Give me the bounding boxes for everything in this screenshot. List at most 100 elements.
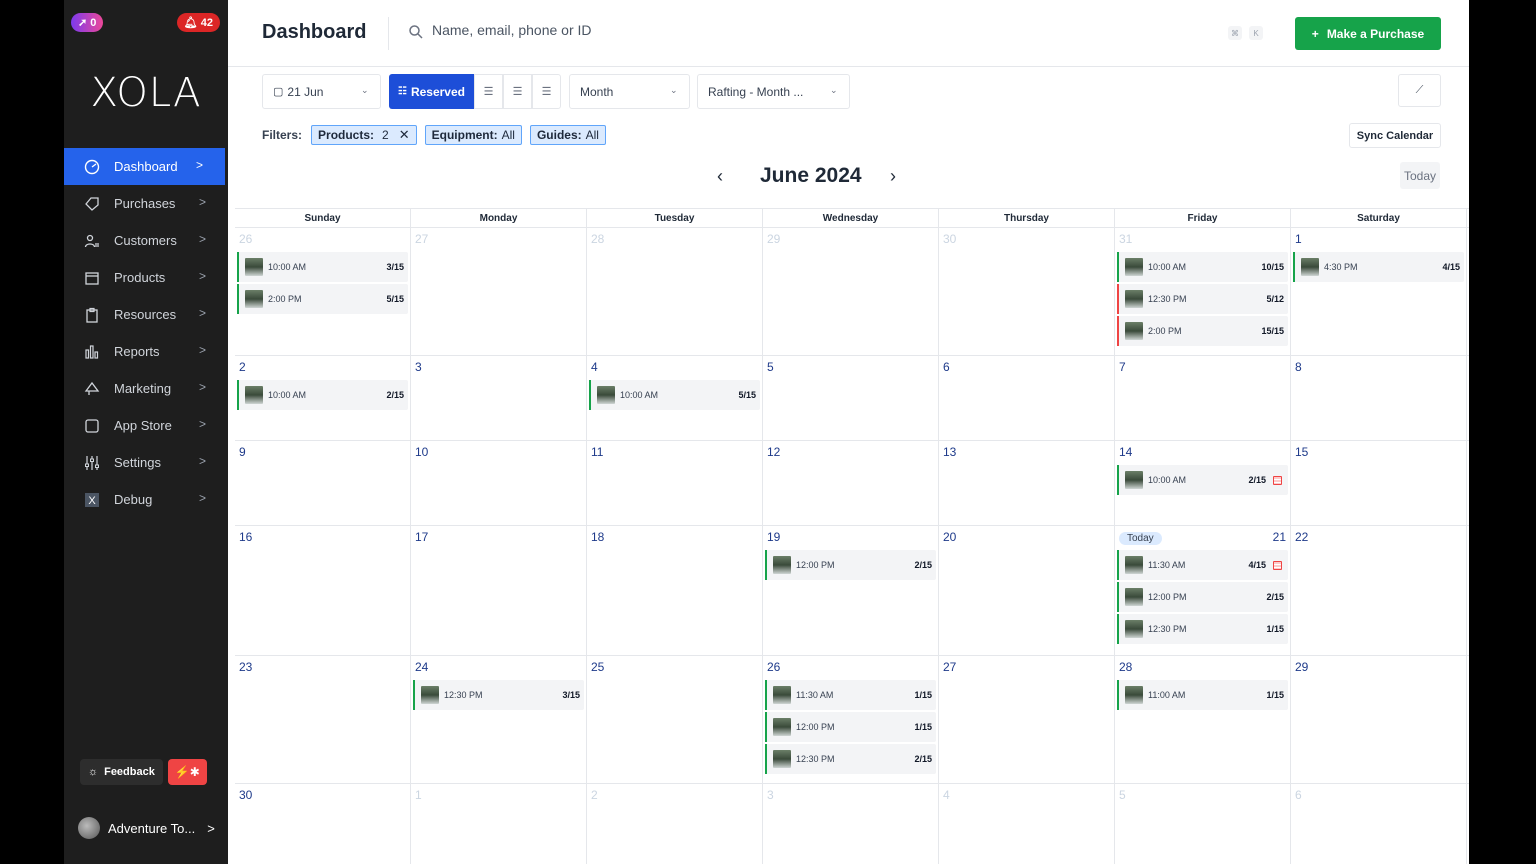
calendar-day-cell[interactable]: 29 xyxy=(1291,656,1467,783)
calendar-event[interactable]: 12:00 PM 2/15 xyxy=(1117,582,1288,612)
reserved-toggle-button[interactable]: ☷ Reserved xyxy=(389,74,474,109)
close-icon[interactable]: ✕ xyxy=(399,127,410,143)
product-select[interactable]: Rafting - Month ... ⌄ xyxy=(697,74,850,109)
feedback-button[interactable]: ☼ Feedback xyxy=(80,759,163,785)
calendar-day-cell[interactable]: 16 xyxy=(235,526,411,655)
calendar-day-cell[interactable]: 8 xyxy=(1291,356,1467,440)
sidebar-item-settings[interactable]: Settings > xyxy=(64,444,228,481)
calendar-day-cell[interactable]: 9 xyxy=(235,441,411,525)
calendar-day-cell[interactable]: 23 xyxy=(235,656,411,783)
calendar-day-cell[interactable]: 18 xyxy=(587,526,763,655)
sidebar-item-purchases[interactable]: Purchases > xyxy=(64,185,228,222)
calendar-day-cell[interactable]: 2 10:00 AM 2/15 xyxy=(235,356,411,440)
calendar-day-cell[interactable]: 1 4:30 PM 4/15 xyxy=(1291,228,1467,355)
calendar-day-cell[interactable]: 5 xyxy=(1115,784,1291,864)
chevron-left-icon[interactable]: ‹ xyxy=(717,166,723,187)
calendar-day-cell[interactable]: 15 xyxy=(1291,441,1467,525)
view-compact-button[interactable]: ☰ xyxy=(532,74,561,109)
sidebar-item-resources[interactable]: Resources > xyxy=(64,296,228,333)
calendar-day-cell[interactable]: 7 xyxy=(1115,356,1291,440)
calendar-event[interactable]: 12:30 PM 1/15 xyxy=(1117,614,1288,644)
calendar-day-cell[interactable]: 28 xyxy=(587,228,763,355)
calendar-day-cell[interactable]: 5 xyxy=(763,356,939,440)
calendar-day-cell[interactable]: 3 xyxy=(763,784,939,864)
calendar-day-cell[interactable]: 12 xyxy=(763,441,939,525)
sidebar-item-app-store[interactable]: App Store > xyxy=(64,407,228,444)
calendar-day-cell[interactable]: 27 xyxy=(411,228,587,355)
sidebar-item-marketing[interactable]: Marketing > xyxy=(64,370,228,407)
today-button[interactable]: Today xyxy=(1400,162,1440,189)
calendar-day-cell[interactable]: 6 xyxy=(1291,784,1467,864)
calendar-day-cell[interactable]: 26 11:30 AM 1/15 12:00 PM 1/15 12:30 PM 2/15 xyxy=(763,656,939,783)
calendar-day-cell[interactable]: 3 xyxy=(411,356,587,440)
calendar-day-cell[interactable]: 10 xyxy=(411,441,587,525)
calendar-event[interactable]: 10:00 AM 10/15 xyxy=(1117,252,1288,282)
calendar-event[interactable]: 10:00 AM 2/15 xyxy=(1117,465,1288,495)
calendar-event[interactable]: 10:00 AM 2/15 xyxy=(237,380,408,410)
calendar-day-cell[interactable]: 4 xyxy=(939,784,1115,864)
calendar-event[interactable]: 2:00 PM 5/15 xyxy=(237,284,408,314)
calendar-day-cell[interactable]: 30 xyxy=(939,228,1115,355)
calendar-day-cell[interactable]: 2 xyxy=(587,784,763,864)
search-icon xyxy=(409,25,423,39)
calendar-day-cell[interactable]: 19 12:00 PM 2/15 xyxy=(763,526,939,655)
filter-chip-guides[interactable]: Guides: All xyxy=(529,125,606,145)
search-input[interactable] xyxy=(432,22,792,38)
filter-chip-products[interactable]: Products: 2 ✕ xyxy=(311,125,417,145)
calendar-day-cell[interactable]: 20 xyxy=(939,526,1115,655)
event-capacity: 4/15 xyxy=(1248,560,1266,570)
calendar-day-cell[interactable]: 29 xyxy=(763,228,939,355)
calendar-day-cell[interactable]: 27 xyxy=(939,656,1115,783)
account-menu[interactable]: Adventure To... > xyxy=(78,817,215,839)
view-select[interactable]: Month ⌄ xyxy=(569,74,690,109)
sync-calendar-button[interactable]: Sync Calendar xyxy=(1349,123,1441,148)
chevron-right-icon[interactable]: › xyxy=(890,166,896,187)
calendar-event[interactable]: 4:30 PM 4/15 xyxy=(1293,252,1464,282)
calendar-event[interactable]: 11:00 AM 1/15 xyxy=(1117,680,1288,710)
calendar-day-cell[interactable]: 17 xyxy=(411,526,587,655)
calendar-day-cell[interactable]: 25 xyxy=(587,656,763,783)
calendar-event[interactable]: 11:30 AM 4/15 xyxy=(1117,550,1288,580)
calendar-day-cell[interactable]: Today 21 11:30 AM 4/15 12:00 PM 2/15 12:30 PM 1… xyxy=(1115,526,1291,655)
notifications-badge[interactable]: 🔔︎ 42 xyxy=(176,13,220,32)
make-purchase-button[interactable]: + Make a Purchase xyxy=(1295,17,1441,50)
calendar-event[interactable]: 12:00 PM 1/15 xyxy=(765,712,936,742)
calendar-event[interactable]: 2:00 PM 15/15 xyxy=(1117,316,1288,346)
view-checklist-button[interactable]: ☰ xyxy=(503,74,532,109)
sidebar-item-debug[interactable]: X Debug > xyxy=(64,481,228,518)
calendar-day-cell[interactable]: 26 10:00 AM 3/15 2:00 PM 5/15 xyxy=(235,228,411,355)
magic-wand-button[interactable]: ⟋ xyxy=(1398,74,1441,107)
calendar-event[interactable]: 12:00 PM 2/15 xyxy=(765,550,936,580)
calendar-event[interactable]: 12:30 PM 2/15 xyxy=(765,744,936,774)
calendar-day-cell[interactable]: 6 xyxy=(939,356,1115,440)
day-of-week-header: Sunday xyxy=(235,209,411,228)
report-bug-button[interactable]: ⚡✱ xyxy=(167,759,207,785)
calendar-day-cell[interactable]: 24 12:30 PM 3/15 xyxy=(411,656,587,783)
calendar-day-cell[interactable]: 22 xyxy=(1291,526,1467,655)
calendar-day-cell[interactable]: 11 xyxy=(587,441,763,525)
sidebar-item-products[interactable]: Products > xyxy=(64,259,228,296)
calendar-day-cell[interactable]: 4 10:00 AM 5/15 xyxy=(587,356,763,440)
calendar-day-cell[interactable]: 31 10:00 AM 10/15 12:30 PM 5/12 2:00 PM 15/15 xyxy=(1115,228,1291,355)
calendar-event[interactable]: 10:00 AM 5/15 xyxy=(589,380,760,410)
sidebar-item-customers[interactable]: Customers > xyxy=(64,222,228,259)
calendar-day-cell[interactable]: 1 xyxy=(411,784,587,864)
calendar-event[interactable]: 12:30 PM 5/12 xyxy=(1117,284,1288,314)
announcements-badge[interactable]: ➚ 0 xyxy=(71,13,104,32)
calendar-day-cell[interactable]: 14 10:00 AM 2/15 xyxy=(1115,441,1291,525)
sidebar-item-reports[interactable]: Reports > xyxy=(64,333,228,370)
chevron-down-icon: ⌄ xyxy=(670,85,678,95)
calendar-day-cell[interactable]: 28 11:00 AM 1/15 xyxy=(1115,656,1291,783)
sidebar-item-dashboard[interactable]: Dashboard > xyxy=(64,148,225,185)
calendar-day-cell[interactable]: 13 xyxy=(939,441,1115,525)
calendar-event[interactable]: 11:30 AM 1/15 xyxy=(765,680,936,710)
date-picker[interactable]: ▢ 21 Jun ⌄ xyxy=(262,74,381,109)
view-list-button[interactable]: ☰ xyxy=(474,74,503,109)
event-capacity: 2/15 xyxy=(1266,592,1284,602)
calendar-event[interactable]: 10:00 AM 3/15 xyxy=(237,252,408,282)
filter-chip-equipment[interactable]: Equipment: All xyxy=(424,125,522,145)
calendar-event[interactable]: 12:30 PM 3/15 xyxy=(413,680,584,710)
day-number: 31 xyxy=(1119,232,1133,246)
calendar-day-cell[interactable]: 30 xyxy=(235,784,411,864)
day-number: 30 xyxy=(943,232,957,246)
